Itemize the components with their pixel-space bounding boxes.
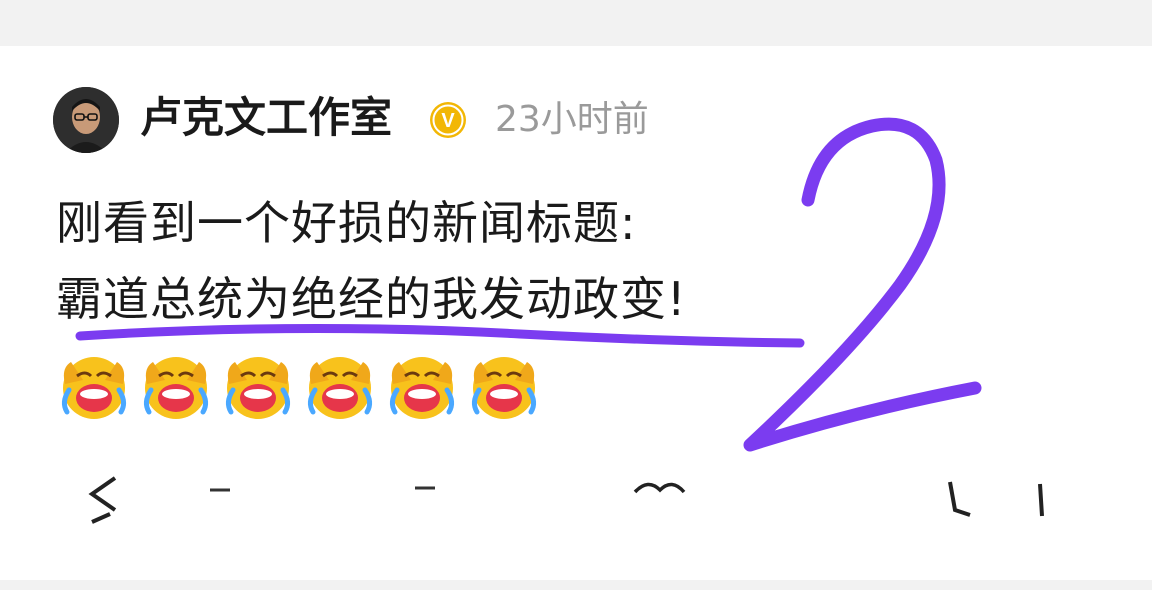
- author-name[interactable]: 卢克文工作室: [140, 90, 392, 146]
- forward-icon[interactable]: [88, 476, 117, 524]
- laughing-crying-face-icon: [471, 357, 537, 419]
- laughing-crying-face-icon: [143, 357, 209, 419]
- laughing-crying-face-icon: [225, 357, 291, 419]
- heart-icon[interactable]: [633, 482, 686, 494]
- more-icon[interactable]: [1038, 483, 1044, 517]
- verified-badge-icon: V: [428, 100, 468, 140]
- emoji-row: [55, 350, 543, 422]
- laughing-crying-face-icon: [307, 357, 373, 419]
- verified-badge-letter: V: [441, 110, 455, 132]
- avatar[interactable]: [53, 87, 119, 153]
- post-text-line-2: 霸道总统为绝经的我发动政变!: [56, 272, 687, 326]
- post-timestamp: 23小时前: [495, 99, 649, 140]
- laughing-crying-face-icon: [61, 357, 127, 419]
- post-text-line-1: 刚看到一个好损的新闻标题:: [56, 196, 637, 250]
- laughing-crying-face-icon: [389, 357, 455, 419]
- like-icon[interactable]: [948, 481, 971, 517]
- action-bar: [88, 476, 1044, 524]
